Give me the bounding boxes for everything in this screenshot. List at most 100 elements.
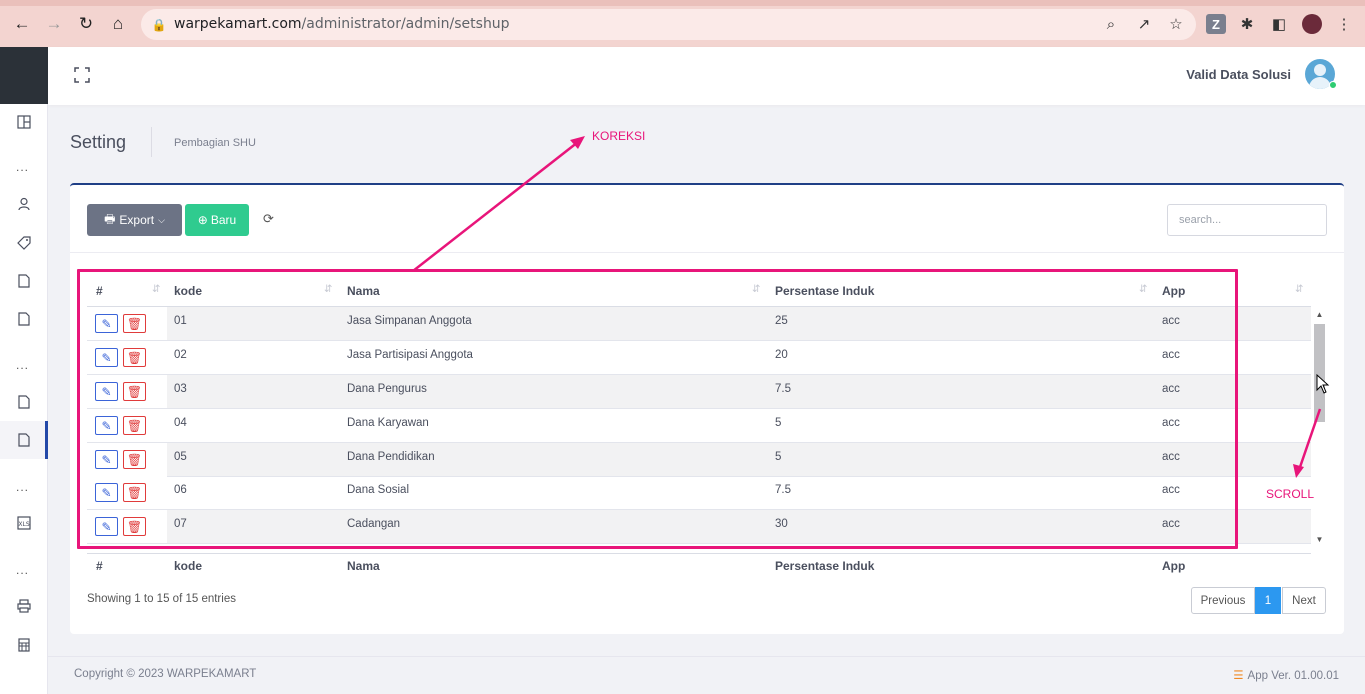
column-header-app[interactable]: App [1162,284,1185,298]
delete-button[interactable]: 🗑 [123,314,146,333]
delete-button[interactable]: 🗑 [123,517,146,536]
table-row: ✎ 🗑 04 Dana Karyawan 5 acc [87,409,1311,443]
section-dots: ... [16,160,30,174]
edit-button[interactable]: ✎ [95,483,118,502]
sort-icon[interactable]: ⇵ [752,284,760,295]
user-name[interactable]: Valid Data Solusi [1186,67,1291,82]
scrollbar-thumb[interactable] [1314,324,1325,422]
document-icon[interactable] [12,390,36,414]
edit-button[interactable]: ✎ [95,517,118,536]
side-panel-icon[interactable]: ◧ [1269,14,1289,34]
edit-icon: ✎ [101,384,112,399]
layers-icon: ☰ [1233,670,1244,682]
reload-icon[interactable]: ↻ [75,13,97,35]
user-icon[interactable] [12,192,36,216]
column-header-persentase[interactable]: Persentase Induk [775,284,874,298]
more-menu-icon[interactable]: ⋮ [1334,14,1354,34]
edit-button[interactable]: ✎ [95,382,118,401]
top-bar: Valid Data Solusi [48,47,1365,105]
edit-button[interactable]: ✎ [95,450,118,469]
delete-button[interactable]: 🗑 [123,483,146,502]
profile-avatar-icon[interactable] [1302,14,1322,34]
footer-column-nama: Nama [347,559,380,573]
delete-button[interactable]: 🗑 [123,382,146,401]
cell-app: acc [1162,417,1180,429]
section-dots: ... [16,358,30,372]
table-row: ✎ 🗑 07 Cadangan 30 acc [87,510,1311,544]
avatar-head [1314,64,1326,76]
home-icon[interactable]: ⌂ [107,13,129,35]
edit-icon: ✎ [101,485,112,500]
scroll-down-arrow-icon[interactable]: ▼ [1315,535,1324,544]
document-icon[interactable] [12,269,36,293]
table-scrollbar[interactable]: ▲ ▼ [1313,309,1326,546]
delete-button[interactable]: 🗑 [123,450,146,469]
cell-app: acc [1162,315,1180,327]
new-button[interactable]: ⊕ Baru [185,204,249,236]
cell-kode: 05 [174,451,187,463]
edit-icon: ✎ [101,350,112,365]
table-footer: # kode Nama Persentase Induk App [87,553,1311,577]
cell-app: acc [1162,349,1180,361]
excel-file-icon[interactable]: XLS [12,511,36,535]
plus-circle-icon: ⊕ [197,213,208,227]
extensions-puzzle-icon[interactable]: ✱ [1237,14,1257,34]
pagination-previous[interactable]: Previous [1191,587,1255,614]
bookmark-star-icon[interactable]: ☆ [1166,14,1186,34]
printer-icon[interactable] [12,594,36,618]
pagination-next[interactable]: Next [1282,587,1326,614]
cell-nama: Dana Karyawan [347,417,429,429]
cell-persentase: 7.5 [775,484,791,496]
back-arrow-icon[interactable]: ← [11,13,33,35]
cell-persentase: 7.5 [775,383,791,395]
document-icon[interactable] [12,428,36,452]
page-subtitle: Pembagian SHU [174,137,256,149]
trash-icon: 🗑 [126,316,143,331]
url-text[interactable]: warpekamart.com/administrator/admin/sets… [174,16,510,32]
browser-chrome: ← → ↻ ⌂ 🔒 warpekamart.com/administrator/… [0,0,1365,47]
sort-icon[interactable]: ⇵ [152,284,160,295]
table-row: ✎ 🗑 05 Dana Pendidikan 5 acc [87,443,1311,477]
column-header-kode[interactable]: kode [174,284,202,298]
extension-z-icon[interactable]: Z [1206,14,1226,34]
edit-button[interactable]: ✎ [95,314,118,333]
search-input[interactable] [1167,204,1327,236]
fullscreen-icon[interactable] [74,67,90,83]
delete-button[interactable]: 🗑 [123,348,146,367]
sort-icon[interactable]: ⇵ [324,284,332,295]
edit-button[interactable]: ✎ [95,416,118,435]
scroll-up-arrow-icon[interactable]: ▲ [1315,310,1324,319]
footer-column-kode: kode [174,559,203,573]
pagination-page-current[interactable]: 1 [1255,587,1281,614]
column-header-number[interactable]: # [96,284,103,298]
cell-nama: Dana Sosial [347,484,410,496]
sort-icon[interactable]: ⇵ [1295,284,1303,295]
online-status-dot [1329,81,1337,89]
zoom-icon[interactable]: ⌕ [1101,14,1121,34]
forward-arrow-icon[interactable]: → [43,13,65,35]
sort-icon[interactable]: ⇵ [1139,284,1147,295]
document-icon[interactable] [12,307,36,331]
cell-kode: 03 [174,383,187,395]
tag-icon[interactable] [12,231,36,255]
cell-nama: Dana Pendidikan [347,451,435,463]
refresh-icon[interactable]: ⟳ [263,211,277,227]
calculator-icon[interactable] [12,633,36,657]
chevron-down-icon: ⌵ [158,214,165,225]
cell-persentase: 30 [775,518,788,530]
delete-button[interactable]: 🗑 [123,416,146,435]
table-row: ✎ 🗑 01 Jasa Simpanan Anggota 25 acc [87,307,1311,341]
cell-nama: Cadangan [347,518,401,530]
section-dots: ... [16,480,30,494]
mouse-cursor-icon [1316,374,1330,394]
lock-icon[interactable]: 🔒 [148,14,170,36]
share-icon[interactable]: ↗ [1134,14,1154,34]
table-body: ✎ 🗑 01 Jasa Simpanan Anggota 25 acc ✎ 🗑 … [87,307,1311,545]
export-button[interactable]: 🖶 Export ⌵ [87,204,182,236]
dashboard-icon[interactable] [12,110,36,134]
edit-icon: ✎ [101,316,112,331]
column-header-nama[interactable]: Nama [347,284,380,298]
table-row: ✎ 🗑 03 Dana Pengurus 7.5 acc [87,375,1311,409]
edit-button[interactable]: ✎ [95,348,118,367]
table-row: ✎ 🗑 06 Dana Sosial 7.5 acc [87,476,1311,510]
